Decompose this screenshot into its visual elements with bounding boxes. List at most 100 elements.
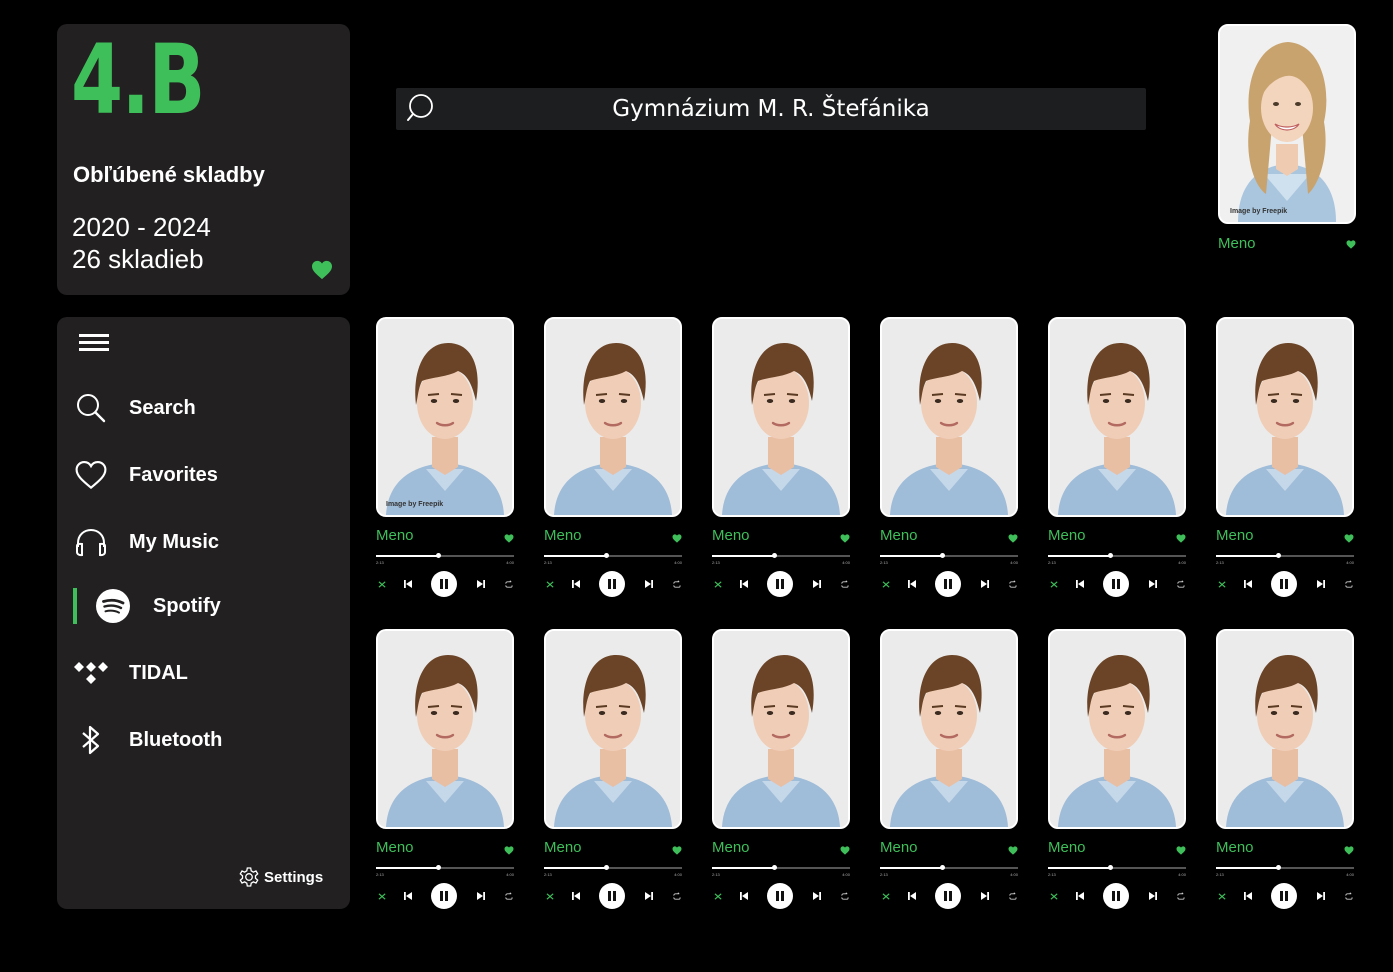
progress-bar[interactable]: [712, 553, 850, 558]
shuffle-button[interactable]: [880, 883, 892, 909]
repeat-button[interactable]: [838, 571, 850, 597]
student-card[interactable]: Meno 2:13 4:00: [880, 317, 1018, 597]
student-photo[interactable]: Image by Freepik: [376, 317, 514, 517]
progress-handle[interactable]: [436, 865, 441, 870]
shuffle-button[interactable]: [376, 571, 388, 597]
next-button[interactable]: [643, 883, 655, 909]
previous-button[interactable]: [1242, 571, 1254, 597]
next-button[interactable]: [811, 883, 823, 909]
heart-icon[interactable]: [504, 846, 514, 855]
previous-button[interactable]: [906, 571, 918, 597]
progress-handle[interactable]: [1108, 553, 1113, 558]
progress-bar[interactable]: [544, 865, 682, 870]
sidebar-item-search[interactable]: Search: [73, 388, 196, 428]
student-card[interactable]: Meno 2:13 4:00: [1048, 629, 1186, 909]
previous-button[interactable]: [738, 883, 750, 909]
next-button[interactable]: [979, 571, 991, 597]
search-bar[interactable]: Gymnázium M. R. Štefánika: [396, 88, 1146, 130]
progress-handle[interactable]: [604, 553, 609, 558]
next-button[interactable]: [1315, 571, 1327, 597]
next-button[interactable]: [643, 571, 655, 597]
pause-button[interactable]: [431, 571, 457, 597]
heart-icon[interactable]: [1008, 534, 1018, 543]
teacher-photo[interactable]: Image by Freepik: [1218, 24, 1356, 224]
heart-icon[interactable]: [840, 846, 850, 855]
progress-handle[interactable]: [1276, 865, 1281, 870]
pause-button[interactable]: [1103, 883, 1129, 909]
pause-button[interactable]: [1271, 571, 1297, 597]
previous-button[interactable]: [570, 571, 582, 597]
shuffle-button[interactable]: [1216, 571, 1228, 597]
repeat-button[interactable]: [1006, 571, 1018, 597]
heart-icon[interactable]: [672, 534, 682, 543]
student-photo[interactable]: [880, 629, 1018, 829]
pause-button[interactable]: [599, 883, 625, 909]
progress-bar[interactable]: [880, 865, 1018, 870]
heart-icon[interactable]: [1346, 240, 1356, 249]
student-card[interactable]: Meno 2:13 4:00: [712, 317, 850, 597]
heart-icon[interactable]: [840, 534, 850, 543]
repeat-button[interactable]: [502, 883, 514, 909]
progress-handle[interactable]: [940, 865, 945, 870]
repeat-button[interactable]: [1006, 883, 1018, 909]
next-button[interactable]: [1147, 883, 1159, 909]
previous-button[interactable]: [1242, 883, 1254, 909]
previous-button[interactable]: [570, 883, 582, 909]
shuffle-button[interactable]: [712, 571, 724, 597]
next-button[interactable]: [1147, 571, 1159, 597]
previous-button[interactable]: [1074, 571, 1086, 597]
repeat-button[interactable]: [502, 571, 514, 597]
progress-handle[interactable]: [604, 865, 609, 870]
student-photo[interactable]: [376, 629, 514, 829]
pause-button[interactable]: [767, 571, 793, 597]
repeat-button[interactable]: [670, 883, 682, 909]
settings-button[interactable]: Settings: [237, 865, 323, 889]
sidebar-item-bluetooth[interactable]: Bluetooth: [73, 720, 222, 760]
next-button[interactable]: [475, 883, 487, 909]
student-photo[interactable]: [712, 317, 850, 517]
progress-bar[interactable]: [1216, 865, 1354, 870]
previous-button[interactable]: [738, 571, 750, 597]
heart-icon[interactable]: [1176, 846, 1186, 855]
sidebar-item-my-music[interactable]: My Music: [73, 522, 219, 562]
progress-handle[interactable]: [1108, 865, 1113, 870]
student-photo[interactable]: [712, 629, 850, 829]
student-card[interactable]: Meno 2:13 4:00: [1216, 317, 1354, 597]
sidebar-item-tidal[interactable]: TIDAL: [73, 653, 188, 693]
student-card[interactable]: Image by Freepik Meno 2:13 4:00: [376, 317, 514, 597]
repeat-button[interactable]: [1342, 571, 1354, 597]
next-button[interactable]: [475, 571, 487, 597]
repeat-button[interactable]: [1342, 883, 1354, 909]
student-photo[interactable]: [1048, 317, 1186, 517]
next-button[interactable]: [979, 883, 991, 909]
student-card[interactable]: Meno 2:13 4:00: [712, 629, 850, 909]
student-card[interactable]: Meno 2:13 4:00: [1048, 317, 1186, 597]
progress-handle[interactable]: [436, 553, 441, 558]
previous-button[interactable]: [1074, 883, 1086, 909]
progress-bar[interactable]: [880, 553, 1018, 558]
pause-button[interactable]: [935, 883, 961, 909]
teacher-card[interactable]: Image by Freepik Meno: [1218, 24, 1356, 252]
previous-button[interactable]: [402, 571, 414, 597]
progress-bar[interactable]: [1048, 865, 1186, 870]
repeat-button[interactable]: [1174, 571, 1186, 597]
student-card[interactable]: Meno 2:13 4:00: [544, 317, 682, 597]
student-photo[interactable]: [544, 317, 682, 517]
shuffle-button[interactable]: [1048, 883, 1060, 909]
repeat-button[interactable]: [1174, 883, 1186, 909]
menu-icon[interactable]: [79, 333, 109, 353]
pause-button[interactable]: [599, 571, 625, 597]
student-photo[interactable]: [1216, 629, 1354, 829]
heart-icon[interactable]: [1176, 534, 1186, 543]
shuffle-button[interactable]: [880, 571, 892, 597]
pause-button[interactable]: [935, 571, 961, 597]
student-photo[interactable]: [1216, 317, 1354, 517]
repeat-button[interactable]: [838, 883, 850, 909]
progress-bar[interactable]: [544, 553, 682, 558]
progress-bar[interactable]: [376, 865, 514, 870]
next-button[interactable]: [811, 571, 823, 597]
repeat-button[interactable]: [670, 571, 682, 597]
progress-bar[interactable]: [1048, 553, 1186, 558]
progress-handle[interactable]: [940, 553, 945, 558]
heart-icon[interactable]: [504, 534, 514, 543]
